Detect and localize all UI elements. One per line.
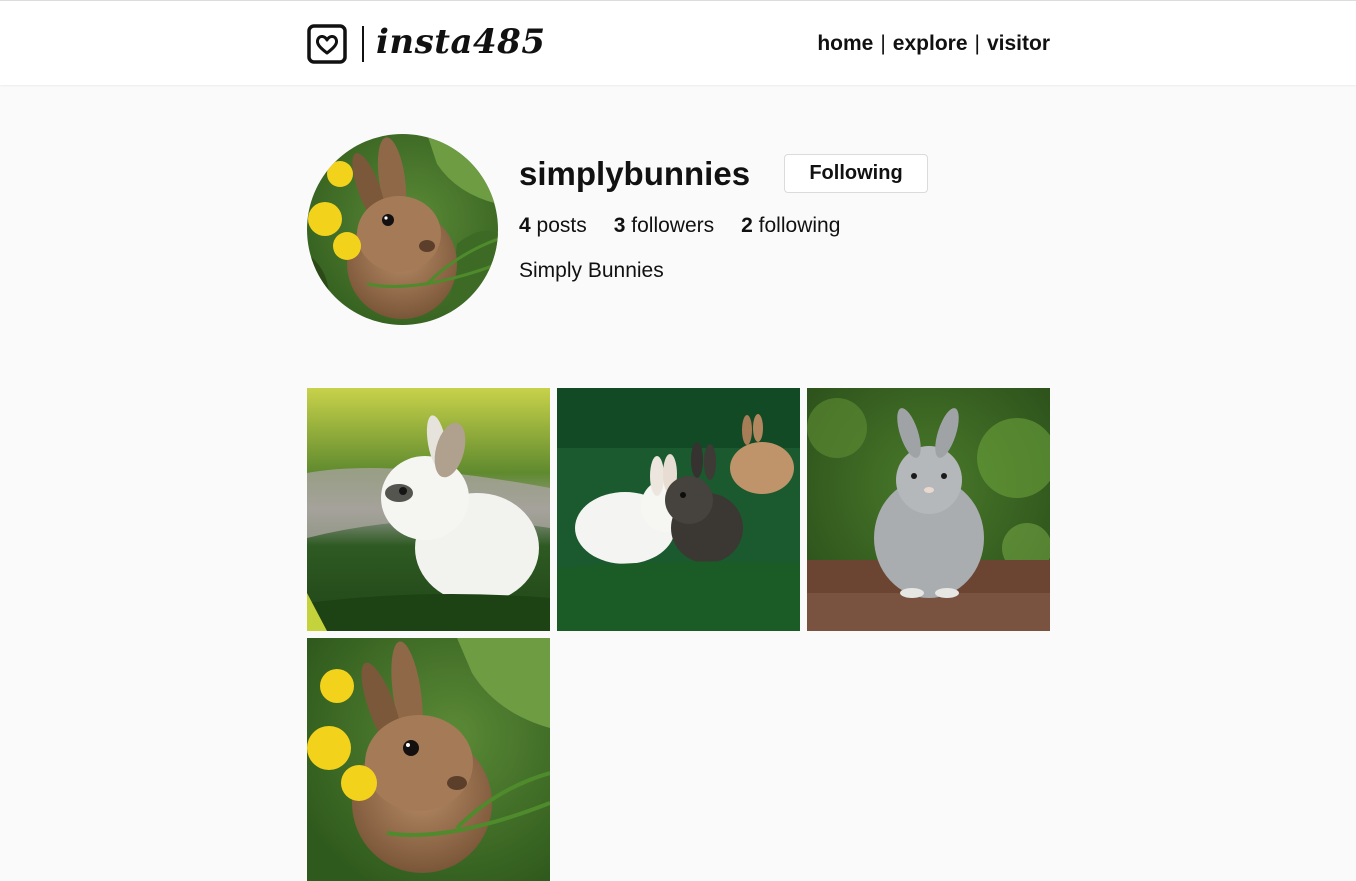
following-count: 2 — [741, 214, 753, 237]
profile-full-name: Simply Bunnies — [519, 259, 664, 282]
followers-label: followers — [631, 214, 715, 237]
brand-name: insta485 — [376, 22, 546, 62]
profile-stats: 4 posts 3 followers 2 following — [519, 214, 867, 238]
followers-link[interactable]: 3 followers — [614, 214, 714, 238]
brand-divider — [362, 26, 364, 62]
following-label: following — [758, 214, 841, 237]
post-thumbnail[interactable] — [307, 388, 550, 631]
post-thumbnail[interactable] — [557, 388, 800, 631]
nav-visitor-link[interactable]: visitor — [987, 32, 1050, 56]
nav-separator: | — [880, 32, 886, 55]
posts-label: posts — [536, 214, 587, 237]
following-button[interactable]: Following — [784, 154, 928, 193]
heart-square-icon — [307, 24, 347, 64]
main-nav: home | explore | visitor — [817, 32, 1050, 56]
posts-count: 4 — [519, 214, 531, 237]
following-link[interactable]: 2 following — [741, 214, 840, 238]
top-navigation-bar: insta485 home | explore | visitor — [0, 0, 1356, 85]
post-thumbnail[interactable] — [307, 638, 550, 881]
brown-bunny-with-flowers-photo — [307, 638, 550, 881]
profile-avatar — [307, 134, 498, 325]
nav-separator: | — [974, 32, 980, 55]
white-bunny-photo — [307, 388, 550, 631]
followers-count: 3 — [613, 214, 626, 237]
nav-explore-link[interactable]: explore — [893, 32, 968, 56]
two-bunnies-on-grass-photo — [557, 388, 800, 631]
posts-stat: 4 posts — [519, 214, 587, 238]
gray-bunny-photo — [807, 388, 1050, 631]
post-thumbnail[interactable] — [807, 388, 1050, 631]
nav-home-link[interactable]: home — [817, 32, 873, 56]
brand-home-link[interactable]: insta485 — [307, 23, 545, 65]
profile-username: simplybunnies — [519, 155, 751, 192]
